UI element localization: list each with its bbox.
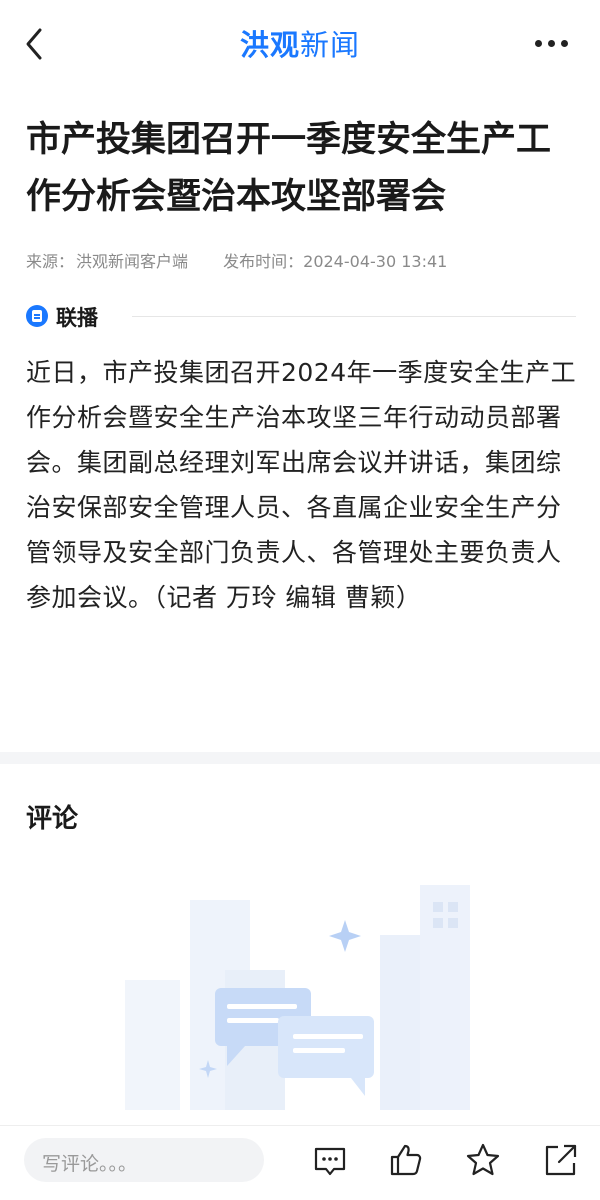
source-label: 来源： xyxy=(26,252,75,271)
comment-input-placeholder: 写评论。。。 xyxy=(42,1153,138,1175)
channel-name[interactable]: 联播 xyxy=(56,302,98,332)
more-button[interactable] xyxy=(529,40,568,47)
source-value: 洪观新闻客户端 xyxy=(76,252,189,271)
bottom-action-bar: 写评论。。。 xyxy=(0,1125,600,1200)
top-nav-bar: 洪观新闻 xyxy=(0,0,600,88)
share-button[interactable] xyxy=(540,1140,580,1180)
empty-comments-illustration xyxy=(115,870,485,1120)
publish-time: 2024-04-30 13:41 xyxy=(303,252,448,271)
favorite-star-icon xyxy=(466,1143,500,1176)
channel-row: 联播 xyxy=(26,302,576,332)
section-divider xyxy=(0,752,600,764)
app-logo: 洪观新闻 xyxy=(0,22,600,64)
comment-input[interactable]: 写评论。。。 xyxy=(24,1138,264,1182)
comment-button[interactable] xyxy=(310,1140,350,1180)
channel-divider xyxy=(132,316,576,317)
logo-text-main: 洪观 xyxy=(239,28,300,62)
favorite-button[interactable] xyxy=(463,1140,503,1180)
article-body: 近日，市产投集团召开2024年一季度安全生产工作分析会暨安全生产治本攻坚三年行动… xyxy=(26,358,577,612)
empty-state-graphic xyxy=(125,885,470,1110)
comment-icon xyxy=(314,1147,346,1176)
publish-label: 发布时间： xyxy=(223,252,304,271)
article-meta: 来源： 洪观新闻客户端 发布时间：2024-04-30 13:41 xyxy=(26,248,447,272)
channel-icon xyxy=(26,305,48,327)
comments-title: 评论 xyxy=(26,804,79,834)
like-icon xyxy=(390,1144,422,1176)
logo-text-sub: 新闻 xyxy=(300,28,361,62)
article-title: 市产投集团召开一季度安全生产工作分析会暨治本攻坚部署会 xyxy=(26,120,552,217)
share-icon xyxy=(545,1144,577,1176)
like-button[interactable] xyxy=(386,1140,426,1180)
